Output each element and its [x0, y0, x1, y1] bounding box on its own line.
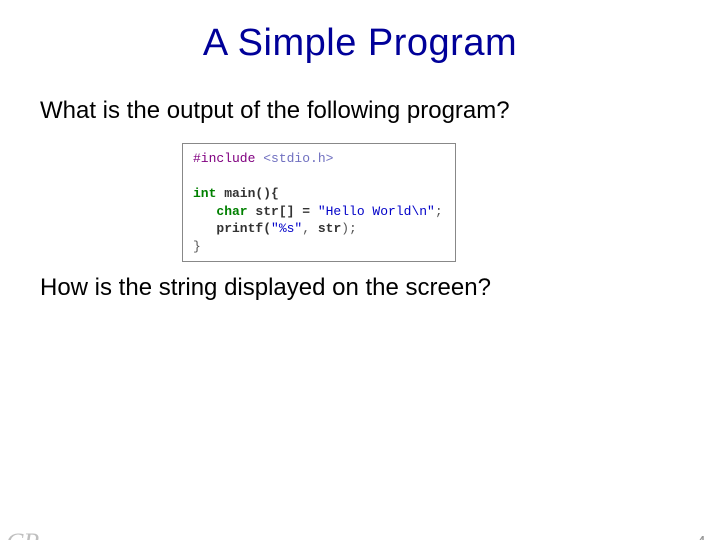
code-str-decl: str[] = — [248, 204, 318, 219]
code-include-header: <stdio.h> — [263, 151, 333, 166]
code-close-brace: } — [193, 239, 201, 254]
question-2: How is the string displayed on the scree… — [40, 274, 680, 302]
code-string-hello: "Hello World\n" — [318, 204, 435, 219]
footer-initials: CR — [6, 528, 39, 540]
code-kw-char: char — [193, 204, 248, 219]
page-number: 4 — [696, 533, 706, 540]
code-kw-int: int — [193, 186, 216, 201]
code-arg-str: str — [318, 221, 341, 236]
code-printf-call: printf( — [193, 221, 271, 236]
code-main-sig: main(){ — [216, 186, 278, 201]
slide-title: A Simple Program — [0, 22, 720, 65]
code-semi-1: ; — [435, 204, 443, 219]
code-sample: #include <stdio.h> int main(){ char str[… — [182, 143, 456, 262]
question-1: What is the output of the following prog… — [40, 97, 680, 125]
code-fmt-string: "%s" — [271, 221, 302, 236]
code-comma: , — [302, 221, 318, 236]
code-preproc: #include — [193, 151, 263, 166]
code-call-end: ); — [341, 221, 357, 236]
